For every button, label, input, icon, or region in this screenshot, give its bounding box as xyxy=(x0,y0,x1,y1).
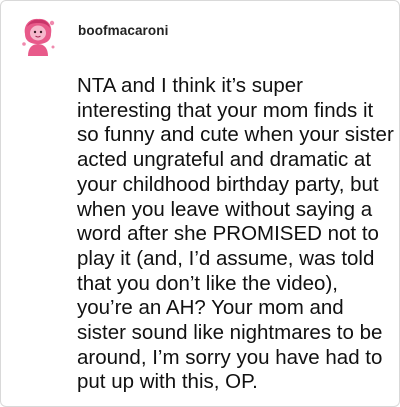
pink-cartoon-avatar-icon xyxy=(17,14,59,56)
user-avatar[interactable] xyxy=(17,14,59,56)
post-header: boofmacaroni xyxy=(17,14,168,56)
username-link[interactable]: boofmacaroni xyxy=(78,23,168,38)
comment-text: NTA and I think it’s super interesting t… xyxy=(77,74,394,394)
comment-card: boofmacaroni NTA and I think it’s super … xyxy=(0,0,400,407)
